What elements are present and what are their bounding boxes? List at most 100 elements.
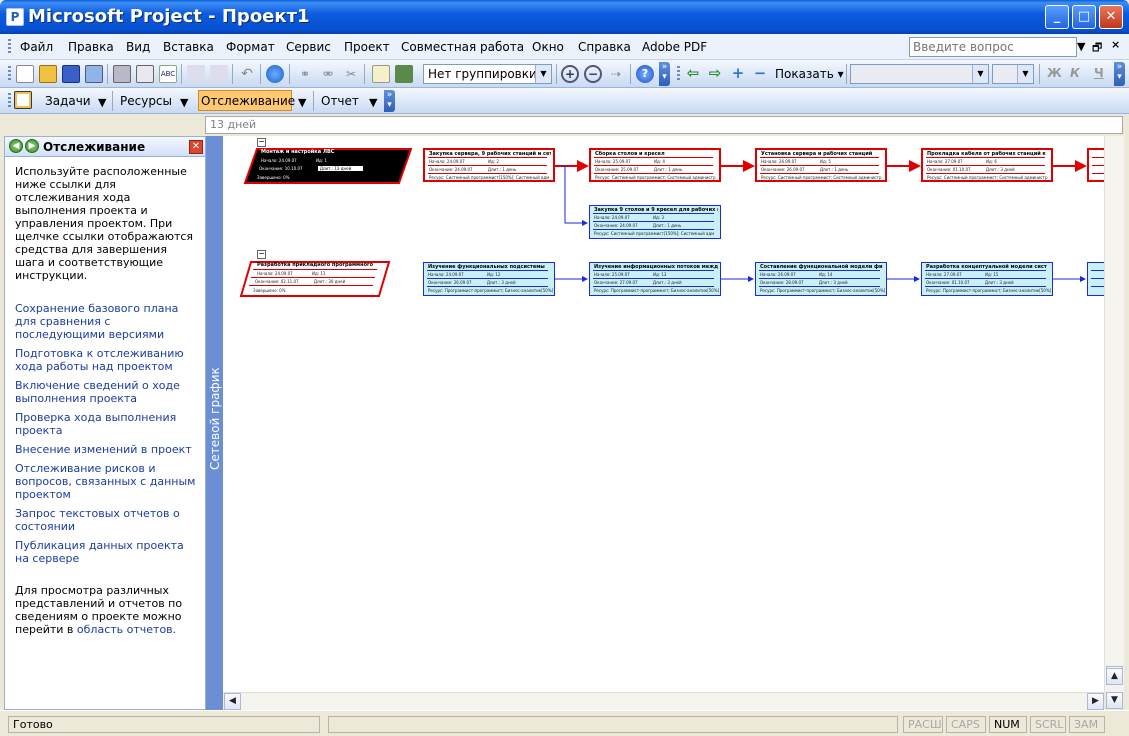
restore-doc-icon[interactable]: 🗗 xyxy=(1092,39,1102,58)
menu-adobe-pdf[interactable]: Adobe PDF xyxy=(642,40,707,54)
task-node-3[interactable]: Закупка 9 столов и 9 кресел для рабочих … xyxy=(589,205,721,239)
assign-resources-icon[interactable] xyxy=(395,65,413,83)
resources-menu[interactable]: Ресурсы xyxy=(120,94,172,108)
link-track-risks[interactable]: Отслеживание рисков и вопросов, связанны… xyxy=(15,462,197,501)
link-publish-server[interactable]: Публикация данных проекта на сервере xyxy=(15,539,197,565)
link-save-baseline[interactable]: Сохранение базового плана для сравнения … xyxy=(15,302,197,341)
task-node-14[interactable]: Составление функциональной модели фи Нач… xyxy=(755,262,887,296)
toolbar-options-chevron-icon[interactable]: » ▾ xyxy=(659,62,670,86)
link-reports-area[interactable]: область отчетов. xyxy=(77,623,176,636)
scroll-down-icon[interactable]: ▼ xyxy=(1106,692,1123,709)
task-node-6[interactable]: Прокладка кабеля от рабочих станций к На… xyxy=(921,148,1053,182)
link-include-progress[interactable]: Включение сведений о ходе выполнения про… xyxy=(15,379,197,405)
task-node-12[interactable]: Изучение функциональных подсистемы Начал… xyxy=(423,262,555,296)
task-node-13[interactable]: Изучение информационных потоков между На… xyxy=(589,262,721,296)
chevron-down-icon[interactable]: ▼ xyxy=(1017,65,1033,83)
chevron-down-icon[interactable]: ▼ xyxy=(369,96,377,109)
chevron-down-icon[interactable]: ▼ xyxy=(535,65,551,83)
collapse-icon[interactable]: − xyxy=(257,138,266,147)
menu-edit[interactable]: Правка xyxy=(68,40,114,54)
print-icon[interactable] xyxy=(113,65,131,83)
chevron-down-icon[interactable]: ▼ xyxy=(180,96,188,109)
toolbar-grip-icon[interactable] xyxy=(677,66,680,82)
menu-format[interactable]: Формат xyxy=(226,40,275,54)
task-node-partial[interactable] xyxy=(1087,262,1104,296)
task-pane-close-icon[interactable]: ✕ xyxy=(189,140,203,154)
title-bar[interactable]: Р Microsoft Project - Проект1 _ □ ✕ xyxy=(0,0,1129,34)
grouping-select[interactable]: Нет группировки ▼ xyxy=(423,64,552,84)
new-document-icon[interactable] xyxy=(16,65,34,83)
hide-subtasks-icon[interactable]: − xyxy=(751,65,769,83)
back-icon[interactable]: ◀ xyxy=(9,139,23,153)
minimize-icon[interactable]: _ xyxy=(1045,5,1069,29)
horizontal-scrollbar[interactable]: ◀ xyxy=(223,692,1104,710)
indent-icon[interactable]: ⇨ xyxy=(706,65,724,83)
ask-question-input[interactable] xyxy=(909,37,1077,57)
help-icon[interactable]: ? xyxy=(636,65,654,83)
toolbar-options-chevron-icon[interactable]: » ▾ xyxy=(1114,62,1125,86)
permission-icon[interactable] xyxy=(85,65,103,83)
task-information-icon[interactable] xyxy=(372,65,390,83)
menu-help[interactable]: Справка xyxy=(578,40,631,54)
scroll-left-icon[interactable]: ◀ xyxy=(224,693,241,710)
forward-icon[interactable]: ▶ xyxy=(25,139,39,153)
link-prepare-tracking[interactable]: Подготовка к отслеживанию хода работы на… xyxy=(15,347,197,373)
toolbar-grip-icon[interactable] xyxy=(8,66,11,82)
chevron-down-icon[interactable]: ▼ xyxy=(298,96,306,109)
close-doc-icon[interactable]: × xyxy=(1111,38,1120,51)
underline-icon[interactable]: Ч xyxy=(1094,66,1104,80)
summary-task-node-1[interactable]: Монтаж и настройка ЛВС Начало: 24.09.07 … xyxy=(243,148,413,184)
network-diagram[interactable]: − − Монтаж и настройка ЛВС Начало: 24.09… xyxy=(223,136,1104,692)
paste-icon[interactable] xyxy=(210,65,228,83)
menu-project[interactable]: Проект xyxy=(344,40,390,54)
maximize-icon[interactable]: □ xyxy=(1072,5,1096,29)
menu-insert[interactable]: Вставка xyxy=(163,40,214,54)
tracking-menu-selected[interactable]: Отслеживание xyxy=(198,90,295,111)
outdent-icon[interactable]: ⇦ xyxy=(684,65,702,83)
menu-window[interactable]: Окно xyxy=(532,40,564,54)
link-status-reports[interactable]: Запрос текстовых отчетов о состоянии xyxy=(15,507,197,533)
font-select[interactable]: ▼ xyxy=(850,64,989,84)
menu-file[interactable]: Файл xyxy=(20,40,53,54)
zoom-in-icon[interactable]: + xyxy=(561,65,579,83)
scroll-up-icon[interactable]: ▲ xyxy=(1106,668,1123,685)
spelling-icon[interactable]: ABC xyxy=(159,65,177,83)
copy-icon[interactable] xyxy=(187,65,205,83)
project-app-icon[interactable]: Р xyxy=(6,8,24,26)
chevron-down-icon[interactable]: ▼ xyxy=(98,96,106,109)
unlink-tasks-icon[interactable]: ⚮ xyxy=(319,65,337,83)
task-node-5[interactable]: Установка сервера и рабочих станций Нача… xyxy=(755,148,887,182)
hyperlink-icon[interactable] xyxy=(266,65,284,83)
link-tasks-icon[interactable]: ⚭ xyxy=(296,65,314,83)
collapse-icon[interactable]: − xyxy=(257,250,266,259)
scroll-right-icon[interactable]: ▶ xyxy=(1087,693,1104,710)
toolbar-grip-icon[interactable] xyxy=(8,39,11,55)
toolbar-grip-icon[interactable] xyxy=(8,93,11,109)
close-icon[interactable]: ✕ xyxy=(1099,5,1123,29)
menu-view[interactable]: Вид xyxy=(126,40,150,54)
toolbar-options-chevron-icon[interactable]: » ▾ xyxy=(384,90,395,112)
print-preview-icon[interactable] xyxy=(136,65,154,83)
show-dropdown[interactable]: Показать ▾ xyxy=(775,67,844,81)
save-icon[interactable] xyxy=(62,65,80,83)
open-folder-icon[interactable] xyxy=(39,65,57,83)
goto-task-icon[interactable]: ⇢ xyxy=(607,65,625,83)
tasks-menu[interactable]: Задачи xyxy=(45,94,91,108)
split-task-icon[interactable]: ✂ xyxy=(342,65,360,83)
summary-task-node-11[interactable]: Разработка прикладного программного обес… xyxy=(239,261,391,297)
task-node-15[interactable]: Разработка концептуальной модели сист На… xyxy=(921,262,1053,296)
task-node-2[interactable]: Закупка сервера, 9 рабочих станций и сет… xyxy=(423,148,555,182)
link-check-progress[interactable]: Проверка хода выполнения проекта xyxy=(15,411,197,437)
link-make-changes[interactable]: Внесение изменений в проект xyxy=(15,443,197,456)
italic-icon[interactable]: К xyxy=(1070,66,1080,80)
font-size-select[interactable]: ▼ xyxy=(992,64,1034,84)
undo-icon[interactable]: ↶ xyxy=(238,65,256,83)
bold-icon[interactable]: Ж xyxy=(1047,66,1062,80)
task-node-partial[interactable] xyxy=(1087,148,1104,182)
entry-field[interactable]: 13 дней xyxy=(205,116,1123,134)
report-menu[interactable]: Отчет xyxy=(321,94,359,108)
vertical-scrollbar[interactable]: ▲ xyxy=(1104,136,1124,692)
menu-collaborate[interactable]: Совместная работа xyxy=(401,40,524,54)
show-subtasks-icon[interactable]: + xyxy=(729,65,747,83)
chevron-down-icon[interactable]: ▼ xyxy=(972,65,988,83)
